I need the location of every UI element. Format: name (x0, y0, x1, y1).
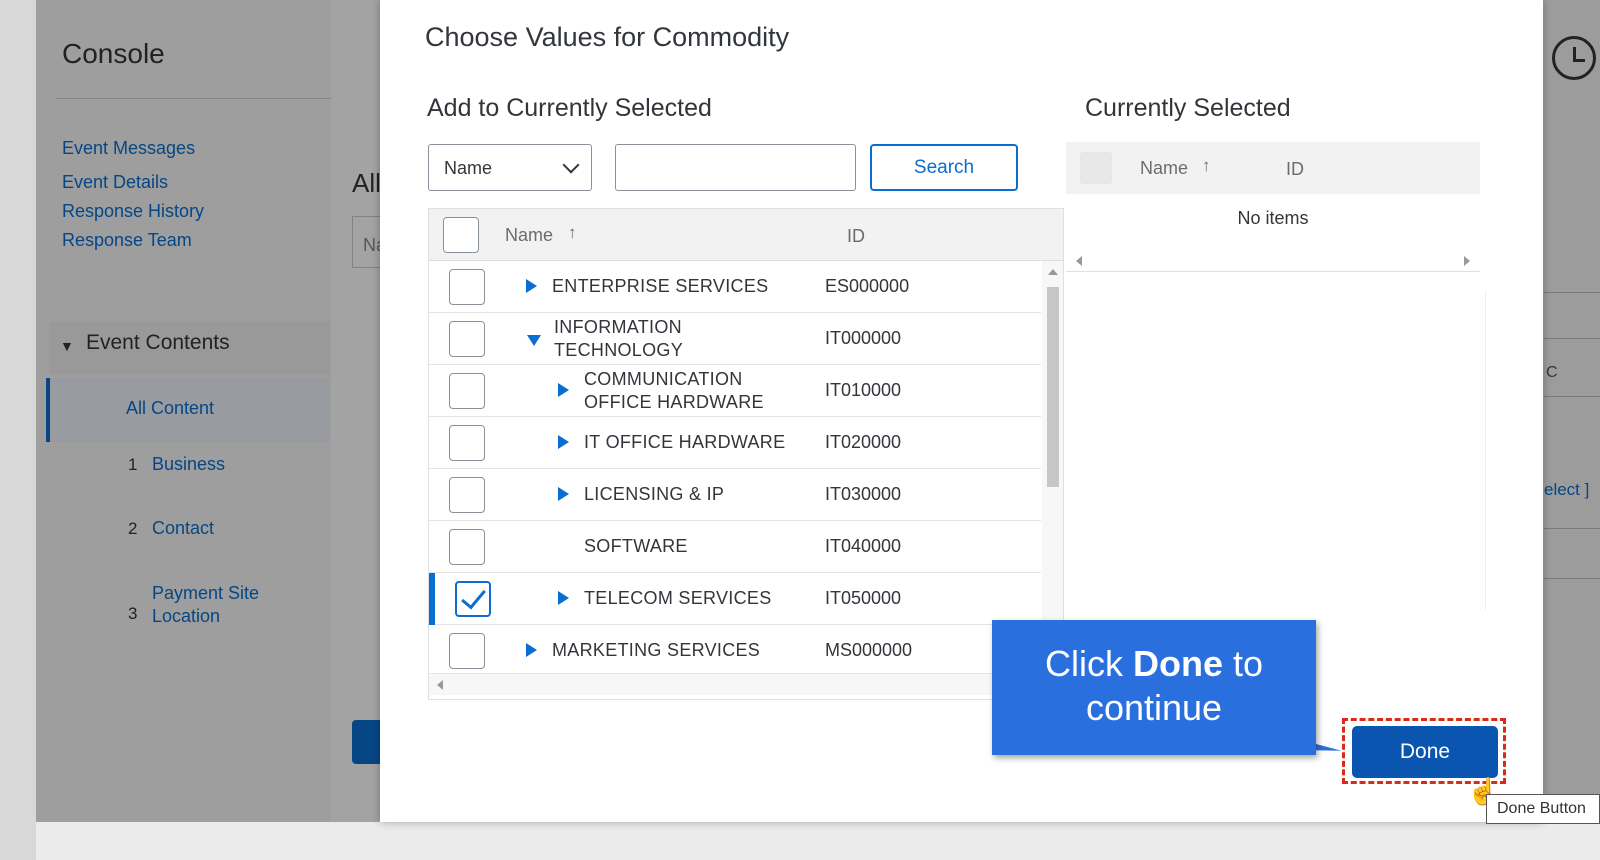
row-name: SOFTWARE (584, 536, 688, 556)
expand-arrow-icon[interactable] (558, 487, 569, 501)
add-section-heading: Add to Currently Selected (427, 94, 712, 122)
row-id: IT050000 (825, 588, 902, 608)
sort-ascending-icon: ↑ (1202, 156, 1211, 175)
row-id: IT040000 (825, 536, 902, 556)
row-checkbox[interactable] (449, 269, 485, 305)
expand-arrow-icon[interactable] (526, 643, 537, 657)
sort-ascending-icon: ↑ (568, 223, 577, 242)
column-header-id[interactable]: ID (1286, 159, 1304, 180)
column-header-name[interactable]: Name (1140, 158, 1188, 179)
vertical-scrollbar[interactable] (1042, 261, 1063, 673)
table-header: Name ↑ ID (1066, 142, 1480, 194)
scrollbar-thumb[interactable] (1047, 287, 1059, 487)
select-all-checkbox (1080, 152, 1112, 184)
commodity-tree-table: Name ↑ ID ENTERPRISE SERVICES ES000000 I… (428, 208, 1064, 700)
row-id: ES000000 (825, 276, 910, 296)
column-header-id[interactable]: ID (847, 226, 865, 247)
table-row[interactable]: IT OFFICE HARDWARE IT020000 (429, 417, 1041, 469)
row-checkbox[interactable] (449, 477, 485, 513)
field-select[interactable]: Name (428, 144, 592, 191)
table-row[interactable]: LICENSING & IP IT030000 (429, 469, 1041, 521)
table-row-selected[interactable]: TELECOM SERVICES IT050000 (429, 573, 1041, 625)
column-header-name[interactable]: Name (505, 225, 553, 246)
row-id: IT000000 (825, 328, 902, 348)
row-checkbox[interactable] (449, 425, 485, 461)
chevron-down-icon (562, 156, 580, 174)
current-section-heading: Currently Selected (1085, 94, 1291, 122)
row-name: ENTERPRISE SERVICES (552, 276, 769, 296)
expand-arrow-icon[interactable] (558, 591, 569, 605)
window-edge (0, 0, 36, 860)
row-name: INFORMATION TECHNOLOGY (554, 317, 684, 360)
row-name: TELECOM SERVICES (584, 588, 772, 608)
horizontal-scrollbar[interactable] (1066, 250, 1480, 272)
table-row[interactable]: COMMUNICATION OFFICE HARDWARE IT010000 (429, 365, 1041, 417)
horizontal-scrollbar[interactable] (429, 673, 1063, 695)
row-checkbox[interactable] (449, 373, 485, 409)
scroll-right-arrow-icon[interactable] (1464, 256, 1470, 266)
table-row[interactable]: INFORMATION TECHNOLOGY IT000000 (429, 313, 1041, 365)
row-checkbox-checked[interactable] (455, 581, 491, 617)
tooltip: Done Button (1486, 794, 1600, 824)
search-button[interactable]: Search (870, 144, 1018, 191)
row-name: LICENSING & IP (584, 484, 725, 504)
row-name: MARKETING SERVICES (552, 640, 761, 660)
scroll-up-arrow-icon[interactable] (1048, 269, 1058, 275)
search-input[interactable] (615, 144, 856, 191)
scroll-left-arrow-icon[interactable] (1076, 256, 1082, 266)
expand-arrow-icon[interactable] (558, 435, 569, 449)
callout-bold-text: Done (1132, 643, 1223, 684)
commodity-dialog: Choose Values for Commodity Add to Curre… (380, 0, 1543, 822)
row-checkbox[interactable] (449, 633, 485, 669)
tutorial-callout: Click Done to continue (992, 620, 1316, 755)
row-id: IT030000 (825, 484, 902, 504)
expand-arrow-icon[interactable] (558, 383, 569, 397)
scroll-left-arrow-icon[interactable] (437, 680, 443, 690)
table-row[interactable]: SOFTWARE IT040000 (429, 521, 1041, 573)
select-all-checkbox[interactable] (443, 217, 479, 253)
table-row[interactable]: MARKETING SERVICES MS000000 (429, 625, 1041, 677)
field-select-value: Name (444, 158, 493, 178)
row-id: IT010000 (825, 380, 902, 400)
table-row[interactable]: ENTERPRISE SERVICES ES000000 (429, 261, 1041, 313)
row-name: COMMUNICATION OFFICE HARDWARE (584, 369, 764, 412)
dialog-title: Choose Values for Commodity (425, 22, 790, 52)
collapse-arrow-icon[interactable] (527, 335, 541, 346)
row-checkbox[interactable] (449, 321, 485, 357)
row-id: MS000000 (825, 640, 913, 660)
row-checkbox[interactable] (449, 529, 485, 565)
divider (1485, 290, 1486, 610)
row-id: IT020000 (825, 432, 902, 452)
empty-state-text: No items (1237, 208, 1309, 228)
callout-text: Click (1044, 643, 1133, 684)
row-name: IT OFFICE HARDWARE (584, 432, 786, 452)
currently-selected-table: Name ↑ ID No items (1066, 142, 1480, 282)
selection-indicator (429, 573, 435, 625)
table-header: Name ↑ ID (429, 209, 1063, 261)
done-button[interactable]: Done (1352, 726, 1498, 778)
expand-arrow-icon[interactable] (526, 279, 537, 293)
